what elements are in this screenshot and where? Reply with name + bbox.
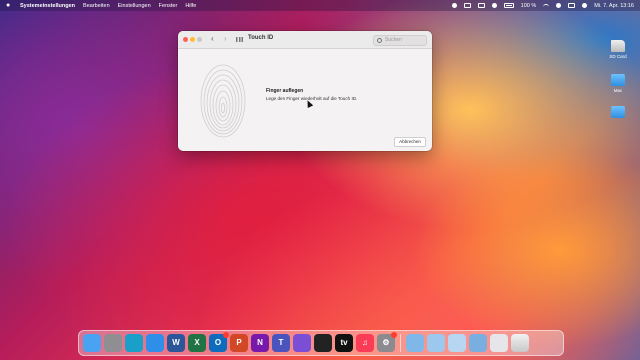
dock-icon-glyph (125, 334, 143, 352)
dock-icon-glyph (83, 334, 101, 352)
notification-badge (223, 332, 229, 338)
desktop-sd-card[interactable]: SD Card (604, 40, 632, 59)
dock-icon-glyph (146, 334, 164, 352)
dock-icon-glyph: T (278, 338, 284, 347)
battery-icon[interactable] (503, 3, 514, 8)
dock-safari-icon[interactable] (146, 334, 164, 352)
folder-icon (611, 106, 625, 118)
dock-edge-icon[interactable] (125, 334, 143, 352)
menu-bearbeiten[interactable]: Bearbeiten (83, 3, 110, 9)
apple-menu-icon[interactable]: ● (6, 0, 12, 11)
status-area: 100 % Mi. 7. Apr. 13:16 (451, 0, 634, 11)
minimize-button[interactable] (190, 37, 195, 42)
menu-bar: ● Systemeinstellungen Bearbeiten Einstel… (0, 0, 640, 11)
dock-icon-glyph: X (194, 338, 200, 347)
battery-percentage: 100 % (520, 2, 537, 9)
zoom-button[interactable] (197, 37, 202, 42)
cloud-icon[interactable] (463, 3, 471, 8)
search-placeholder: Suchen (385, 37, 402, 43)
dock-icon-glyph: P (236, 338, 242, 347)
desktop-folder-mac[interactable]: Mac (604, 74, 632, 93)
desktop-folder[interactable] (604, 106, 632, 120)
fingerprint-icon (200, 64, 246, 138)
dock-folder-stack-icon[interactable] (469, 334, 487, 352)
dock-icon-glyph: tv (340, 338, 348, 347)
instruction-heading: Finger auflegen (266, 88, 304, 94)
display-icon[interactable] (477, 3, 485, 8)
dock-icon-glyph: N (257, 338, 263, 347)
dock-icon-glyph: W (172, 338, 180, 347)
touch-id-window: ‹ › Touch ID Suchen Finger auflegen Lege… (178, 31, 432, 151)
menu-clock[interactable]: Mi. 7. Apr. 13:16 (594, 3, 634, 9)
dock-icon-glyph: ♫ (362, 338, 368, 347)
show-all-grid-icon[interactable] (236, 37, 243, 42)
dock-finder-icon[interactable] (83, 334, 101, 352)
dock-icon-glyph (293, 334, 311, 352)
desktop-icon-label: SD Card (609, 54, 627, 59)
control-center-icon[interactable] (568, 3, 576, 8)
dock-system-preferences-icon[interactable]: ⚙ (377, 332, 397, 352)
desktop-icon-label: Mac (613, 88, 623, 93)
screen-record-icon[interactable] (451, 3, 457, 8)
dock-final-cut-icon[interactable] (314, 334, 332, 352)
search-icon[interactable] (556, 3, 562, 8)
folder-icon (611, 74, 625, 86)
dock-powerpoint-icon[interactable]: P (230, 334, 248, 352)
wifi-icon[interactable] (543, 3, 550, 8)
menu-einstellungen[interactable]: Einstellungen (118, 3, 151, 9)
menu-hilfe[interactable]: Hilfe (185, 3, 196, 9)
menu-app-name[interactable]: Systemeinstellungen (20, 3, 75, 9)
dock-outlook-icon[interactable]: O (209, 332, 229, 352)
siri-icon[interactable] (582, 3, 588, 8)
dock-teams-icon[interactable]: T (272, 334, 290, 352)
dock-folder-stack-icon[interactable] (427, 334, 445, 352)
close-button[interactable] (183, 37, 188, 42)
dock-apple-tv-icon[interactable]: tv (335, 334, 353, 352)
back-arrow-icon[interactable]: ‹ (211, 35, 214, 43)
dock-word-icon[interactable]: W (167, 334, 185, 352)
dock-icon-glyph (104, 334, 122, 352)
dock-trash-icon[interactable] (511, 334, 529, 352)
window-title: Touch ID (248, 35, 274, 41)
dock-icon-glyph (314, 334, 332, 352)
notification-badge (391, 332, 397, 338)
dock-launchpad-icon[interactable] (104, 334, 122, 352)
instruction-body: Lege den Finger wiederholt auf die Touch… (266, 96, 358, 101)
sd-card-icon (611, 40, 625, 52)
magnifier-icon (377, 37, 382, 43)
dock: W X O P N Ttv ♫ ⚙ (78, 330, 564, 356)
dock-folder-stack-icon[interactable] (406, 334, 424, 352)
bluetooth-icon[interactable] (491, 3, 497, 8)
menu-fenster[interactable]: Fenster (159, 3, 178, 9)
dock-separator (400, 334, 401, 352)
dock-folder-stack-icon[interactable] (490, 334, 508, 352)
dock-onenote-icon[interactable]: N (251, 334, 269, 352)
cancel-button[interactable]: Abbrechen (394, 137, 426, 147)
window-titlebar[interactable]: ‹ › Touch ID Suchen (178, 31, 432, 49)
dock-folder-stack-icon[interactable] (448, 334, 466, 352)
forward-arrow-icon[interactable]: › (224, 35, 227, 43)
dock-excel-icon[interactable]: X (188, 334, 206, 352)
dock-music-icon[interactable]: ♫ (356, 334, 374, 352)
dock-affinity-icon[interactable] (293, 334, 311, 352)
search-input[interactable]: Suchen (373, 35, 427, 46)
